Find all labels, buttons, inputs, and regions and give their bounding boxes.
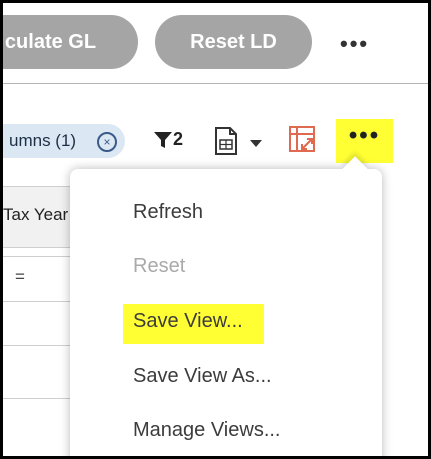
- menu-item-label: Reset: [133, 255, 186, 277]
- calculate-gl-button[interactable]: culate GL: [3, 15, 138, 69]
- more-options-menu: Refresh Reset Save View... Save View As.…: [70, 156, 382, 456]
- menu-item-save-view[interactable]: Save View...: [133, 310, 243, 333]
- column-header-tax-year[interactable]: Tax Year: [3, 186, 73, 248]
- menu-item-label: Save View As...: [133, 365, 272, 387]
- menu-item-refresh[interactable]: Refresh: [133, 201, 203, 224]
- menu-item-label: Save View...: [133, 310, 243, 332]
- filter-operator: =: [15, 267, 25, 286]
- filter-button[interactable]: 2: [153, 129, 183, 150]
- menu-item-manage-views[interactable]: Manage Views...: [133, 419, 281, 442]
- more-horizontal-icon: •••: [348, 122, 381, 149]
- reset-ld-label: Reset LD: [190, 30, 277, 53]
- grid-more-options-button[interactable]: •••: [336, 119, 393, 163]
- grid-filter-cell[interactable]: =: [3, 256, 73, 302]
- more-horizontal-icon: •••: [340, 31, 370, 56]
- menu-item-save-view-as[interactable]: Save View As...: [133, 365, 272, 388]
- pivot-button[interactable]: [288, 125, 318, 160]
- screenshot-frame: culate GL Reset LD ••• umns (1) × 2 ••• …: [3, 3, 428, 456]
- reset-ld-button[interactable]: Reset LD: [155, 15, 312, 69]
- menu-item-label: Refresh: [133, 201, 204, 223]
- column-header-label: Tax Year: [3, 205, 69, 224]
- chevron-down-icon: [250, 140, 262, 147]
- filter-count: 2: [173, 129, 184, 149]
- filter-icon: [154, 131, 172, 148]
- columns-filter-chip[interactable]: umns (1) ×: [3, 124, 125, 158]
- pivot-table-icon: [289, 126, 315, 152]
- menu-item-label: Manage Views...: [133, 419, 281, 441]
- table-layout-icon: [215, 127, 237, 155]
- columns-chip-label: umns (1): [9, 131, 77, 150]
- toolbar-divider: [3, 83, 428, 84]
- column-layout-dropdown[interactable]: [249, 135, 263, 153]
- column-layout-button[interactable]: [213, 126, 239, 161]
- close-circle-icon[interactable]: ×: [97, 132, 117, 152]
- grid-row-divider: [3, 345, 73, 346]
- calculate-gl-label: culate GL: [4, 30, 97, 53]
- top-more-options-button[interactable]: •••: [340, 31, 369, 57]
- menu-item-reset: Reset: [133, 255, 185, 278]
- grid-row-divider: [3, 398, 73, 399]
